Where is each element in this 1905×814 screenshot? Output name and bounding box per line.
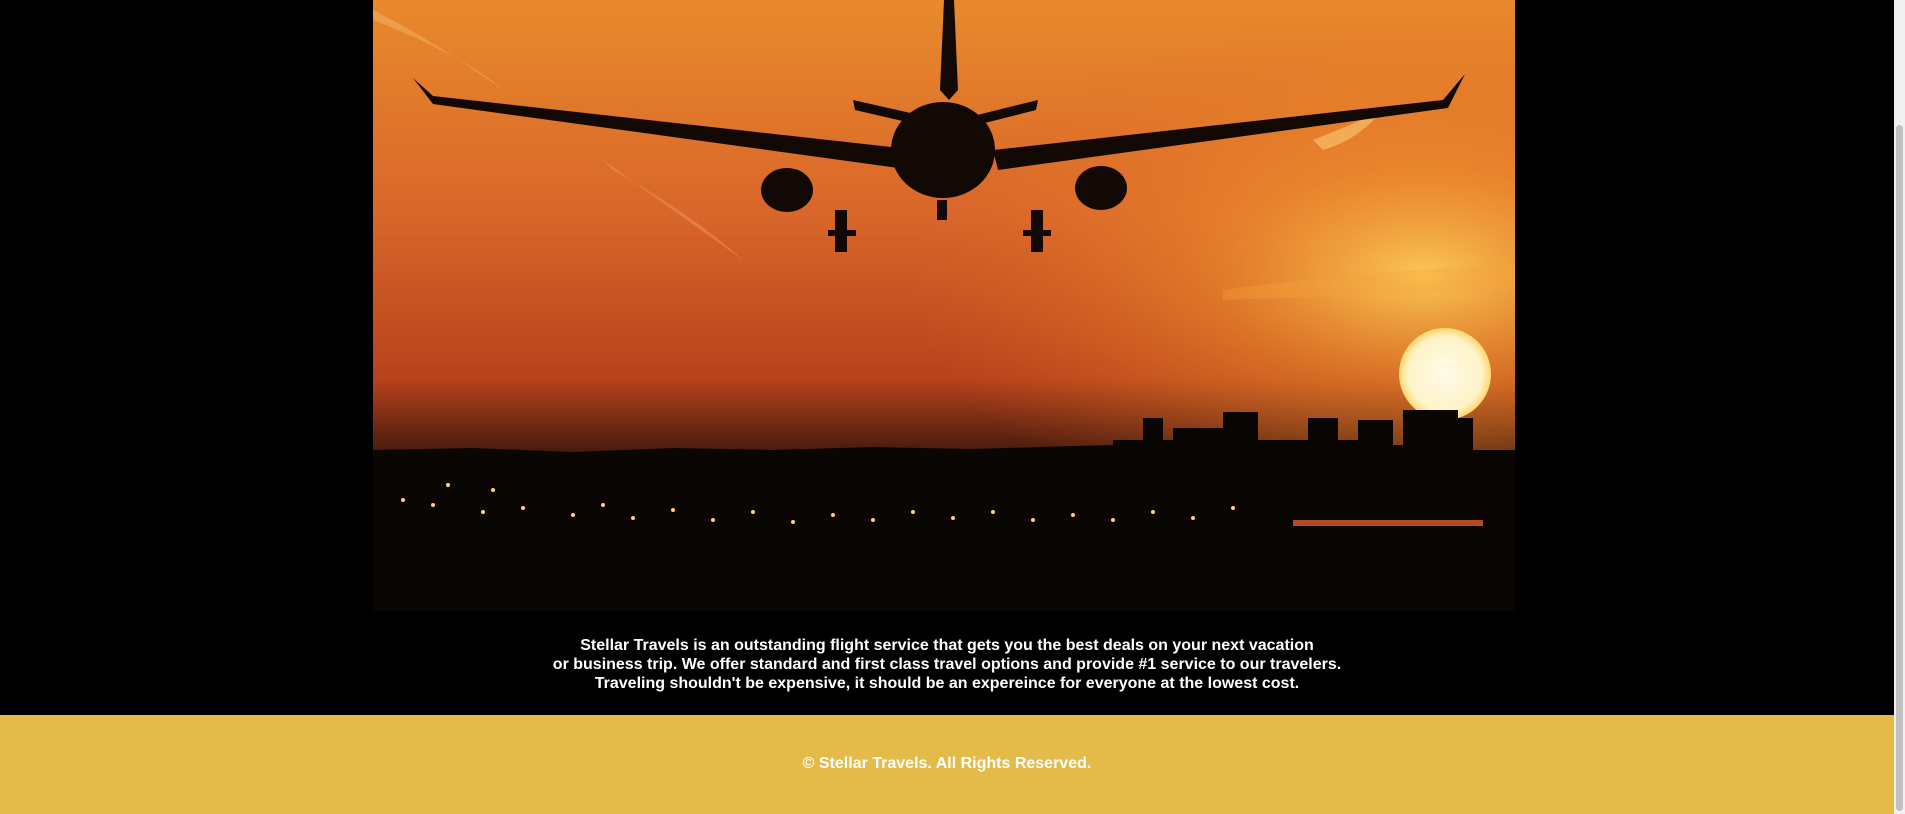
page: Stellar Travels is an outstanding flight… bbox=[0, 0, 1905, 814]
description-line: Stellar Travels is an outstanding flight… bbox=[580, 637, 1314, 654]
description-line: Traveling shouldn't be expensive, it sho… bbox=[594, 675, 1300, 692]
company-description: Stellar Travels is an outstanding flight… bbox=[0, 636, 1894, 693]
main-content: Stellar Travels is an outstanding flight… bbox=[0, 0, 1894, 715]
description-line: or business trip. We offer standard and … bbox=[552, 656, 1342, 673]
scrollbar-thumb[interactable] bbox=[1896, 125, 1903, 811]
vertical-scrollbar[interactable] bbox=[1894, 0, 1905, 814]
hero-image bbox=[373, 0, 1515, 610]
copyright-text: © Stellar Travels. All Rights Reserved. bbox=[802, 755, 1092, 772]
airplane-landing-sunset-image bbox=[373, 0, 1515, 610]
